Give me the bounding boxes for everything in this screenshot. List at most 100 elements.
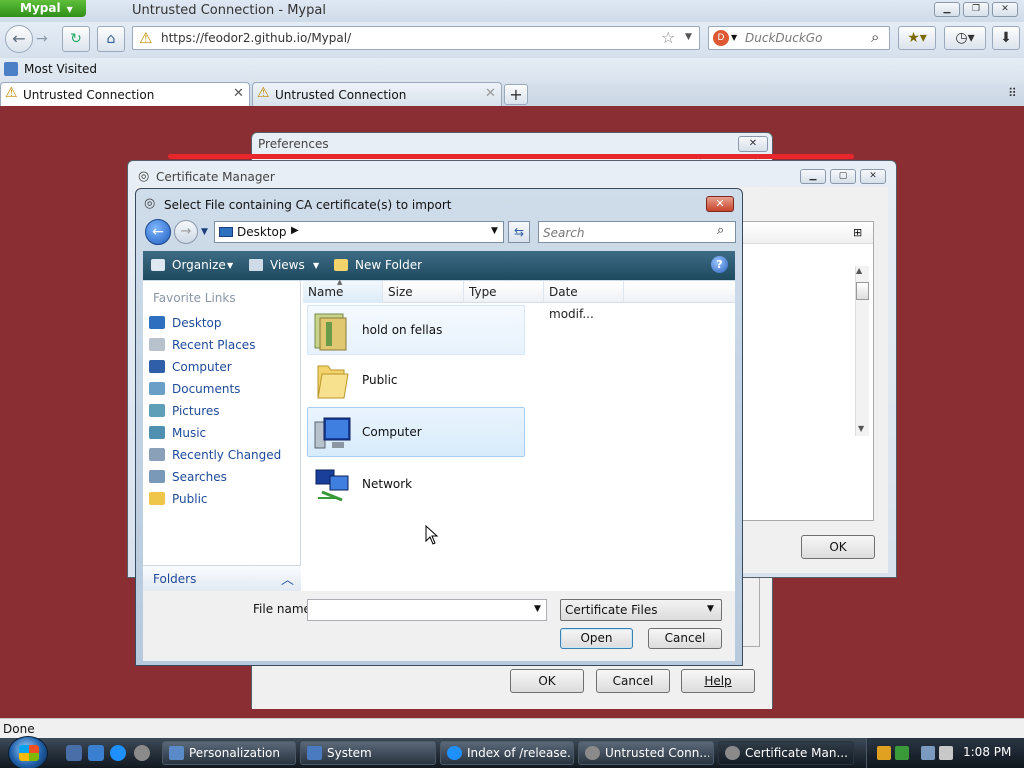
organize-dropdown-icon[interactable]: ▼ <box>227 261 233 270</box>
address-dropdown-icon[interactable]: ▼ <box>491 226 498 236</box>
cert-minimize-button[interactable]: ▁ <box>800 169 826 184</box>
nav-searches[interactable]: Searches <box>149 467 299 487</box>
nav-music[interactable]: Music <box>149 423 299 443</box>
bookmarks-menu-button[interactable]: ★▾ <box>898 26 936 50</box>
home-button[interactable]: ⌂ <box>97 26 125 52</box>
nav-label: Computer <box>172 360 232 374</box>
system-tray: 1:08 PM <box>866 738 1024 768</box>
back-button[interactable]: ← <box>145 219 171 245</box>
tab-untrusted-connection-2[interactable]: ⚠ Untrusted Connection ✕ <box>252 82 502 106</box>
security-shield-icon[interactable] <box>877 746 891 760</box>
scroll-down-icon[interactable]: ▼ <box>858 424 864 433</box>
duckduckgo-icon[interactable]: D <box>713 30 729 46</box>
tab-list-icon[interactable]: ⠿ <box>1008 86 1017 100</box>
taskbar-system[interactable]: System <box>300 741 436 765</box>
internet-explorer-icon[interactable] <box>110 745 126 761</box>
clock[interactable]: 1:08 PM <box>963 745 1011 759</box>
taskbar: Personalization System Index of /release… <box>0 736 1024 768</box>
close-window-button[interactable]: ✕ <box>992 2 1018 17</box>
file-name-dropdown-icon[interactable]: ▼ <box>534 604 541 614</box>
url-bar[interactable]: ⚠ https://feodor2.github.io/Mypal/ ☆ ▼ <box>132 26 700 50</box>
recent-locations-icon[interactable]: ▼ <box>201 227 208 237</box>
certificate-list-scrollbar[interactable]: ▲ ▼ <box>855 266 869 436</box>
prefs-cancel-button[interactable]: Cancel <box>596 669 670 693</box>
tab-untrusted-connection-1[interactable]: ⚠ Untrusted Connection ✕ <box>0 82 250 106</box>
file-item-computer[interactable]: Computer <box>307 407 525 457</box>
new-tab-button[interactable]: + <box>504 84 528 105</box>
network-status-icon[interactable] <box>921 746 935 760</box>
taskbar-label: Index of /release... <box>467 746 571 760</box>
bookmark-most-visited[interactable]: Most Visited <box>24 62 97 76</box>
forward-button[interactable]: → <box>174 220 198 244</box>
prefs-ok-button[interactable]: OK <box>510 669 584 693</box>
breadcrumb-arrow-icon[interactable]: ▶ <box>291 225 299 236</box>
taskbar-certificate-manager[interactable]: Certificate Man... <box>718 741 854 765</box>
mypal-icon[interactable] <box>134 745 150 761</box>
close-tab-icon[interactable]: ✕ <box>485 86 496 101</box>
column-picker-icon[interactable]: ⊞ <box>853 226 862 239</box>
column-size[interactable]: Size <box>383 281 464 303</box>
app-menu-button[interactable]: Mypal ▼ <box>0 0 86 17</box>
close-tab-icon[interactable]: ✕ <box>233 86 244 101</box>
search-bar[interactable]: D ▼ DuckDuckGo ⌕ <box>708 26 890 50</box>
search-input[interactable]: Search ⌕ <box>538 221 736 243</box>
column-date-modified[interactable]: Date modif... <box>544 281 624 321</box>
nav-computer[interactable]: Computer <box>149 357 299 377</box>
switch-windows-icon[interactable] <box>88 745 104 761</box>
downloads-button[interactable]: ⬇ <box>992 26 1020 50</box>
address-bar[interactable]: Desktop ▶ ▼ <box>214 221 504 243</box>
nav-desktop[interactable]: Desktop <box>149 313 299 333</box>
organize-button[interactable]: Organize <box>172 258 226 272</box>
show-desktop-icon[interactable] <box>66 745 82 761</box>
search-icon[interactable]: ⌕ <box>717 223 724 238</box>
views-dropdown-icon[interactable]: ▼ <box>313 261 319 270</box>
refresh-button[interactable]: ⇆ <box>508 221 530 243</box>
bookmark-star-icon[interactable]: ☆ <box>661 28 675 47</box>
back-button[interactable]: ← <box>5 25 33 53</box>
taskbar-personalization[interactable]: Personalization <box>162 741 296 765</box>
folders-toggle[interactable]: Folders ︿ <box>143 565 301 591</box>
nav-pictures[interactable]: Pictures <box>149 401 299 421</box>
column-name[interactable]: Name <box>303 281 383 303</box>
open-button[interactable]: Open <box>560 628 633 649</box>
search-icon[interactable]: ⌕ <box>871 28 879 46</box>
nav-recent-places[interactable]: Recent Places <box>149 335 299 355</box>
cancel-button[interactable]: Cancel <box>648 628 722 649</box>
close-preferences-button[interactable]: ✕ <box>738 136 768 152</box>
minimize-button[interactable]: ▁ <box>934 2 960 17</box>
file-name-input[interactable]: ▼ <box>307 599 547 621</box>
column-type[interactable]: Type <box>464 281 544 303</box>
engine-dropdown-icon[interactable]: ▼ <box>731 33 737 42</box>
new-folder-button[interactable]: New Folder <box>355 258 422 272</box>
file-type-select[interactable]: Certificate Files ▼ <box>560 599 722 621</box>
volume-muted-icon[interactable] <box>939 746 953 760</box>
start-button[interactable] <box>8 736 48 768</box>
file-item-public[interactable]: Public <box>307 355 525 405</box>
nav-recently-changed[interactable]: Recently Changed <box>149 445 299 465</box>
internet-explorer-icon <box>447 746 462 760</box>
cert-maximize-button[interactable]: ▢ <box>830 169 856 184</box>
address-location[interactable]: Desktop <box>237 225 287 239</box>
url-dropdown-icon[interactable]: ▼ <box>685 32 692 42</box>
file-item-hold-on-fellas[interactable]: hold on fellas <box>307 305 525 355</box>
cert-ok-button[interactable]: OK <box>801 535 875 559</box>
dialog-close-button[interactable]: ✕ <box>706 196 734 212</box>
nav-public[interactable]: Public <box>149 489 299 509</box>
restore-button[interactable]: ❐ <box>963 2 989 17</box>
history-button[interactable]: ◷▾ <box>944 26 986 50</box>
scroll-up-icon[interactable]: ▲ <box>856 266 862 275</box>
taskbar-untrusted-connection[interactable]: Untrusted Conn... <box>578 741 714 765</box>
prefs-help-button[interactable]: Help <box>681 669 755 693</box>
reload-button[interactable]: ↻ <box>62 26 90 52</box>
file-item-label: Computer <box>362 425 422 439</box>
taskbar-index-of-release[interactable]: Index of /release... <box>440 741 574 765</box>
mouse-cursor-icon <box>425 525 439 545</box>
views-button[interactable]: Views <box>270 258 305 272</box>
nav-documents[interactable]: Documents <box>149 379 299 399</box>
scrollbar-thumb[interactable] <box>856 282 869 300</box>
cert-close-button[interactable]: ✕ <box>860 169 886 184</box>
help-icon[interactable]: ? <box>711 256 728 273</box>
windows-security-icon[interactable] <box>895 746 909 760</box>
forward-button[interactable]: → <box>36 31 48 47</box>
file-item-network[interactable]: Network <box>307 459 525 509</box>
